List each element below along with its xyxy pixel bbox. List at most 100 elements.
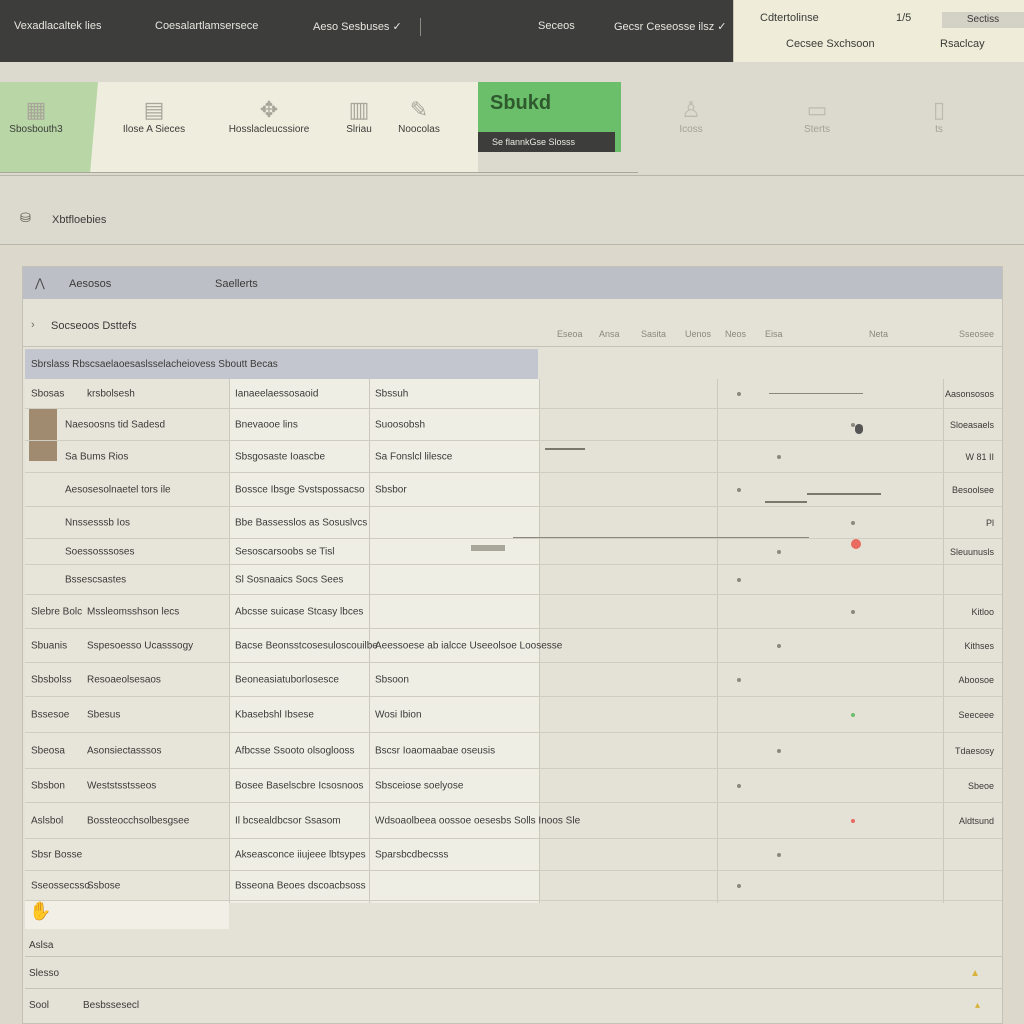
table-cell: Sbssuh xyxy=(375,388,409,399)
tool-document[interactable]: ▤ Ilose A Sieces xyxy=(118,96,190,135)
column-header[interactable]: Ansa xyxy=(599,329,620,339)
row-status-value: Aboosoe xyxy=(958,674,994,685)
table-cell: Sa Bums Rios xyxy=(65,451,129,462)
status-dot xyxy=(777,643,781,648)
milestone-marker[interactable] xyxy=(855,424,863,434)
status-dot xyxy=(737,487,741,492)
status-dot xyxy=(851,712,855,717)
tool-person[interactable]: ♙ Icoss xyxy=(668,96,714,135)
collapse-icon[interactable]: ⋀ xyxy=(35,276,45,290)
table-cell: Sbsoon xyxy=(375,674,409,685)
table-row[interactable]: Bssescsastes Sl Sosnaaics Socs Sees xyxy=(25,565,1002,595)
menu-item-5[interactable]: Gecsr Ceseosse ilsz ✓ xyxy=(614,20,727,33)
grid-header-label: Aesosos xyxy=(69,278,112,290)
timeline-bar xyxy=(471,545,505,551)
tool-puzzle[interactable]: ✥ Hosslacleucssiore xyxy=(226,96,312,135)
table-row[interactable]: Sbsbon Weststsstsseos Bosee Baselscbre Ics… xyxy=(25,769,1002,803)
table-cell: Bnevaooe lins xyxy=(235,419,298,430)
row-status-value: Sleuunusls xyxy=(949,546,994,557)
column-header[interactable]: Sasita xyxy=(641,329,666,339)
chevron-right-icon[interactable]: › xyxy=(31,319,35,331)
table-cell: Sbsbolss xyxy=(31,674,72,685)
table-row[interactable]: Aslsbol Bossteocchsolbesgsee Il bcsealdbcs… xyxy=(25,803,1002,839)
build-title: Sbukd xyxy=(490,92,552,114)
tool-chart[interactable]: ▥ Slriau xyxy=(340,96,378,135)
status-dot xyxy=(851,609,855,614)
tool-label: Ilose A Sieces xyxy=(122,124,186,135)
tool-label: Slriau xyxy=(346,124,372,135)
tool-label: Noocolas xyxy=(398,124,440,135)
build-status-pill[interactable]: Se flannkGse Slosss xyxy=(478,132,615,152)
column-header[interactable]: Eseoa xyxy=(557,329,583,339)
table-row[interactable]: Sseossecsso Ssbose Bsseona Beoes dscoacbso… xyxy=(25,871,1002,901)
table-cell: Bssesoe xyxy=(31,709,70,720)
status-dot xyxy=(737,391,741,396)
status-dot xyxy=(851,520,855,525)
table-row[interactable]: Sbeosa Asonsiectasssos Afbcsse Ssooto olso… xyxy=(25,733,1002,769)
document-icon: ▤ xyxy=(143,97,165,122)
tool-label: Icoss xyxy=(679,124,703,135)
tool-box[interactable]: ▭ Sterts xyxy=(794,96,840,135)
row-status-value: Aldtsund xyxy=(958,815,994,826)
table-row[interactable]: Sbsbolss Resoaeolsesaos Beoneasiatuborlose… xyxy=(25,663,1002,697)
table-cell: Bossteocchsolbesgsee xyxy=(87,815,190,826)
table-row[interactable]: Slebre Bolc Mssleomsshson lecs Abcsse suic… xyxy=(25,595,1002,629)
status-dot xyxy=(851,818,855,823)
footer-row[interactable]: Slesso ▲ xyxy=(25,959,1002,989)
chart-icon: ▥ xyxy=(348,97,370,122)
column-header[interactable]: Eisa xyxy=(765,329,783,339)
table-cell: Beoneasiatuborlosesce xyxy=(235,674,339,685)
panel-status: Rsaclcay xyxy=(940,38,985,50)
column-header[interactable]: Neta xyxy=(869,329,888,339)
menu-item-4[interactable]: Seceos xyxy=(538,20,575,32)
menu-item-3[interactable]: Aeso Sesbuses ✓ xyxy=(313,20,402,33)
timeline-bar xyxy=(765,501,807,503)
table-cell: Weststsstsseos xyxy=(87,780,157,791)
table-row[interactable]: Sa Bums Rios Sbsgosaste Ioascbe Sa Fonslcl… xyxy=(25,441,1002,473)
table-cell: Bsseona Beoes dscoacbsoss xyxy=(235,880,366,891)
table-cell: Soessosssoses xyxy=(65,546,135,557)
table-row[interactable]: Aesosesolnaetel tors ile Bossce Ibsge Svs… xyxy=(25,473,1002,507)
row-status-value: Aasonsosos xyxy=(944,388,994,399)
menu-item-1[interactable]: Vexadlacaltek lies xyxy=(14,20,101,32)
top-menu-bar: Vexadlacaltek lies Coesalartlamsersece A… xyxy=(0,0,733,62)
table-cell: Ssbose xyxy=(87,880,121,891)
tool-bar[interactable]: ▯ ts xyxy=(924,96,954,135)
drag-handle-icon[interactable]: ✋ xyxy=(29,901,51,922)
table-row[interactable]: Bssesoe Sbesus Kbasebshl Ibsese Wosi Ibion S… xyxy=(25,697,1002,733)
grid-subheader: › Socseoos Dsttefs Eseoa Ansa Sasita Uen… xyxy=(23,307,1002,347)
table-row[interactable]: Nnssesssb Ios Bbe Bassesslos as Sosuslvcs… xyxy=(25,507,1002,539)
timeline-line xyxy=(769,393,863,394)
selected-row-header[interactable]: Sbrslass Rbscsaelaoesaslsselacheiovess S… xyxy=(25,349,538,379)
build-button[interactable]: Sbukd Se flannkGse Slosss xyxy=(478,82,621,152)
column-header[interactable]: Neos xyxy=(725,329,746,339)
panel-button[interactable]: Sectiss xyxy=(942,12,1024,28)
table-row[interactable]: Sbsr Bosse Akseasconce iiujeee lbtsypes Sp… xyxy=(25,839,1002,871)
table-cell: Aslsbol xyxy=(31,815,64,826)
table-cell: Aesosesolnaetel tors ile xyxy=(65,484,171,495)
footer-label: Sool xyxy=(29,1000,50,1011)
column-header[interactable]: Uenos xyxy=(685,329,711,339)
row-status-value: Besoolsee xyxy=(951,484,994,495)
menu-item-2[interactable]: Coesalartlamsersece xyxy=(155,20,258,32)
table-row[interactable]: Sbosas krsbolsesh Ianaeelaessosaoid Sbssuh A… xyxy=(25,379,1002,409)
footer-row[interactable]: Aslsa xyxy=(25,931,1002,957)
footer-row[interactable]: Sool Besbssesecl ▴ xyxy=(25,991,1002,1023)
grid-header-label-2: Saellerts xyxy=(215,278,258,290)
status-dot xyxy=(777,454,781,459)
section-title: Xbtfloebies xyxy=(52,214,107,226)
build-pill-text: Se flannkGse Slosss xyxy=(492,137,576,147)
row-status-value: Kithses xyxy=(964,640,994,651)
row-status-value: Sloeasaels xyxy=(949,419,994,430)
tool-label: Sbosbouth3 xyxy=(9,124,63,135)
row-status-value: Sbeoe xyxy=(967,780,994,791)
alert-marker[interactable] xyxy=(851,539,861,549)
warning-icon: ▲ xyxy=(970,968,980,979)
tool-pen[interactable]: ✎ Noocolas xyxy=(396,96,442,135)
table-row[interactable]: Sbuanis Sspesoesso Ucasssogy Bacse Beonsst… xyxy=(25,629,1002,663)
table-cell: Sbuanis xyxy=(31,640,68,651)
table-cell: Sa Fonslcl lilesce xyxy=(375,451,453,462)
tool-grid[interactable]: ▦ Sbosbouth3 xyxy=(6,96,66,135)
footer-extra: Besbssesecl xyxy=(83,1000,140,1011)
column-header[interactable]: Sseosee xyxy=(959,329,994,339)
